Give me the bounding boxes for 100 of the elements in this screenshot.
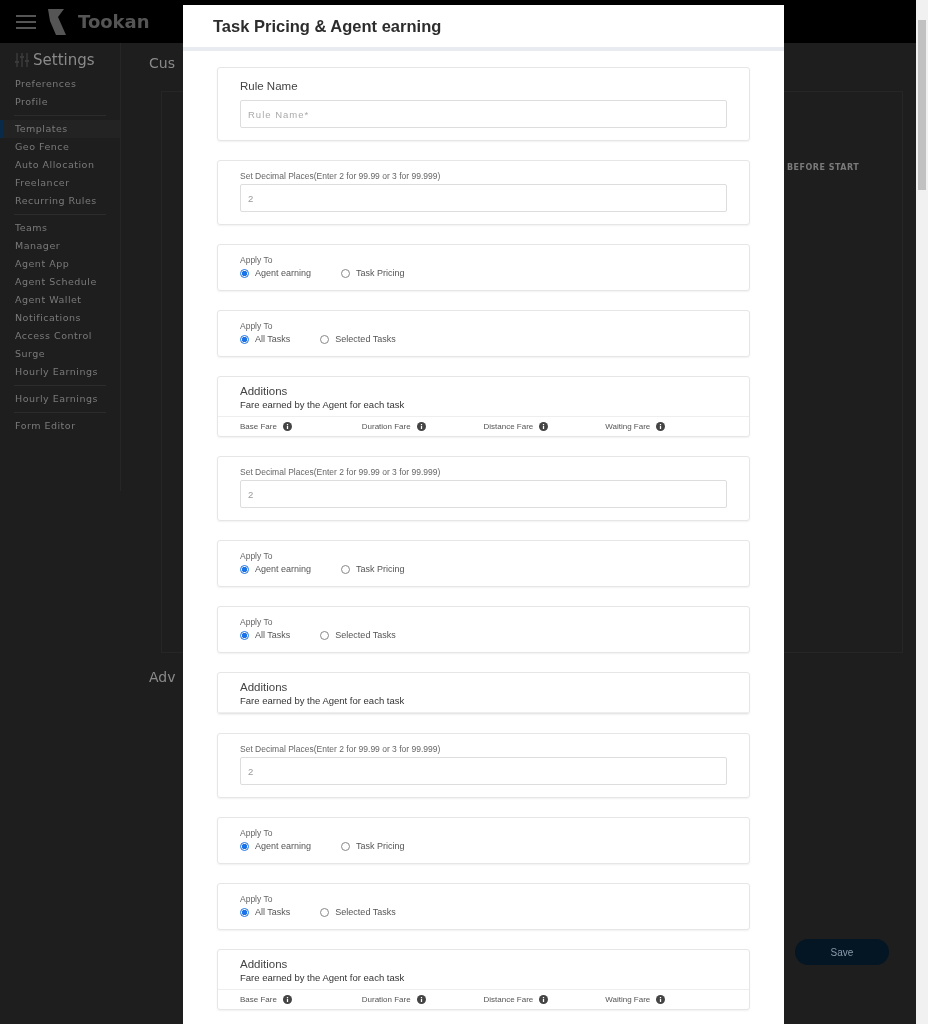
sidebar-item[interactable]: Geo Fence bbox=[0, 138, 120, 156]
radio-icon[interactable] bbox=[320, 334, 330, 344]
radio-label: Selected Tasks bbox=[335, 334, 396, 344]
section-heading: Cus bbox=[149, 55, 175, 71]
sidebar-item[interactable]: Agent Wallet bbox=[0, 291, 120, 309]
radio-option[interactable]: Selected Tasks bbox=[320, 907, 396, 917]
radio-icon[interactable] bbox=[341, 564, 351, 574]
radio-label: All Tasks bbox=[255, 630, 291, 640]
radio-option[interactable]: All Tasks bbox=[240, 630, 291, 640]
column-header: Base Fare bbox=[240, 422, 277, 431]
sidebar-item[interactable]: Agent App bbox=[0, 255, 120, 273]
logo-text: Tookan bbox=[78, 11, 150, 32]
field-label: Set Decimal Places(Enter 2 for 99.99 or 3 for 99.999) bbox=[240, 467, 442, 477]
info-icon[interactable] bbox=[282, 995, 292, 1004]
field-label: Apply To bbox=[240, 828, 274, 838]
column-header: Waiting Fare bbox=[605, 995, 651, 1004]
radio-label: Agent earning bbox=[255, 268, 312, 278]
field-label: Apply To bbox=[240, 617, 274, 627]
sliders-icon bbox=[15, 53, 29, 67]
radio-icon[interactable] bbox=[240, 630, 249, 640]
radio-icon[interactable] bbox=[320, 630, 330, 640]
info-icon[interactable] bbox=[416, 995, 426, 1004]
radio-option[interactable]: Task Pricing bbox=[341, 841, 405, 851]
radio-icon[interactable] bbox=[341, 841, 351, 851]
sidebar-item[interactable]: Teams bbox=[0, 219, 120, 237]
section-title: Additions bbox=[240, 681, 289, 693]
column-header: Base Fare bbox=[240, 995, 277, 1004]
column-header: Distance Fare bbox=[483, 422, 534, 431]
radio-label: All Tasks bbox=[255, 907, 291, 917]
input-field[interactable]: 2 bbox=[240, 184, 727, 212]
radio-option[interactable]: Agent earning bbox=[240, 268, 312, 278]
save-button[interactable]: Save bbox=[795, 939, 889, 965]
column-header: BEFORE START bbox=[787, 163, 860, 172]
radio-label: Selected Tasks bbox=[335, 630, 396, 640]
radio-icon[interactable] bbox=[341, 268, 351, 278]
radio-option[interactable]: Selected Tasks bbox=[320, 334, 396, 344]
sidebar-item[interactable]: Templates bbox=[0, 120, 120, 138]
radio-label: All Tasks bbox=[255, 334, 291, 344]
sidebar-item[interactable]: Agent Schedule bbox=[0, 273, 120, 291]
scrollbar[interactable] bbox=[916, 0, 928, 1024]
input-field[interactable]: 2 bbox=[240, 757, 727, 785]
field-label: Set Decimal Places(Enter 2 for 99.99 or 3 for 99.999) bbox=[240, 744, 442, 754]
sidebar-item[interactable]: Manager bbox=[0, 237, 120, 255]
radio-icon[interactable] bbox=[320, 907, 330, 917]
section-title: Additions bbox=[240, 385, 289, 397]
field-label: Apply To bbox=[240, 321, 274, 331]
info-icon[interactable] bbox=[656, 422, 666, 431]
field-label: Apply To bbox=[240, 255, 274, 265]
column-header: Distance Fare bbox=[483, 995, 534, 1004]
logo-icon bbox=[46, 6, 68, 37]
radio-option[interactable]: Task Pricing bbox=[341, 564, 405, 574]
radio-label: Task Pricing bbox=[356, 564, 405, 574]
column-header: Duration Fare bbox=[361, 422, 411, 431]
radio-label: Task Pricing bbox=[356, 841, 405, 851]
sidebar-item[interactable]: Form Editor bbox=[0, 417, 120, 435]
input-field[interactable]: Rule Name* bbox=[240, 100, 727, 128]
radio-option[interactable]: All Tasks bbox=[240, 907, 291, 917]
radio-icon[interactable] bbox=[240, 334, 249, 344]
column-header: Duration Fare bbox=[361, 995, 411, 1004]
info-icon[interactable] bbox=[282, 422, 292, 431]
sidebar-item[interactable]: Profile bbox=[0, 93, 120, 111]
sidebar-item[interactable]: Hourly Earnings bbox=[0, 390, 120, 408]
sidebar-item[interactable]: Auto Allocation bbox=[0, 156, 120, 174]
radio-icon[interactable] bbox=[240, 907, 249, 917]
field-label: Set Decimal Places(Enter 2 for 99.99 or 3 for 99.999) bbox=[240, 171, 442, 181]
radio-option[interactable]: Agent earning bbox=[240, 841, 312, 851]
radio-option[interactable]: Agent earning bbox=[240, 564, 312, 574]
field-label: Rule Name bbox=[240, 80, 299, 92]
radio-label: Selected Tasks bbox=[335, 907, 396, 917]
menu-icon[interactable] bbox=[16, 14, 36, 29]
section-subtitle: Fare earned by the Agent for each task bbox=[240, 695, 406, 706]
radio-icon[interactable] bbox=[240, 564, 249, 574]
section-heading: Adv bbox=[149, 669, 176, 685]
radio-icon[interactable] bbox=[240, 841, 249, 851]
radio-label: Task Pricing bbox=[356, 268, 405, 278]
sidebar-item[interactable]: Surge bbox=[0, 345, 120, 363]
field-label: Apply To bbox=[240, 551, 274, 561]
info-icon[interactable] bbox=[539, 995, 549, 1004]
sidebar-item[interactable]: Access Control bbox=[0, 327, 120, 345]
section-subtitle: Fare earned by the Agent for each task bbox=[240, 972, 406, 983]
sidebar-title: Settings bbox=[33, 51, 95, 69]
column-header: Waiting Fare bbox=[605, 422, 651, 431]
radio-option[interactable]: Selected Tasks bbox=[320, 630, 396, 640]
sidebar-item[interactable]: Preferences bbox=[0, 75, 120, 93]
radio-label: Agent earning bbox=[255, 564, 312, 574]
modal-title: Task Pricing & Agent earning bbox=[213, 16, 442, 36]
section-title: Additions bbox=[240, 958, 289, 970]
sidebar-item[interactable]: Freelancer bbox=[0, 174, 120, 192]
info-icon[interactable] bbox=[416, 422, 426, 431]
sidebar-item[interactable]: Recurring Rules bbox=[0, 192, 120, 210]
radio-label: Agent earning bbox=[255, 841, 312, 851]
radio-option[interactable]: All Tasks bbox=[240, 334, 291, 344]
radio-option[interactable]: Task Pricing bbox=[341, 268, 405, 278]
radio-icon[interactable] bbox=[240, 268, 249, 278]
input-field[interactable]: 2 bbox=[240, 480, 727, 508]
sidebar-item[interactable]: Notifications bbox=[0, 309, 120, 327]
info-icon[interactable] bbox=[656, 995, 666, 1004]
section-subtitle: Fare earned by the Agent for each task bbox=[240, 399, 406, 410]
info-icon[interactable] bbox=[539, 422, 549, 431]
sidebar-item[interactable]: Hourly Earnings bbox=[0, 363, 120, 381]
